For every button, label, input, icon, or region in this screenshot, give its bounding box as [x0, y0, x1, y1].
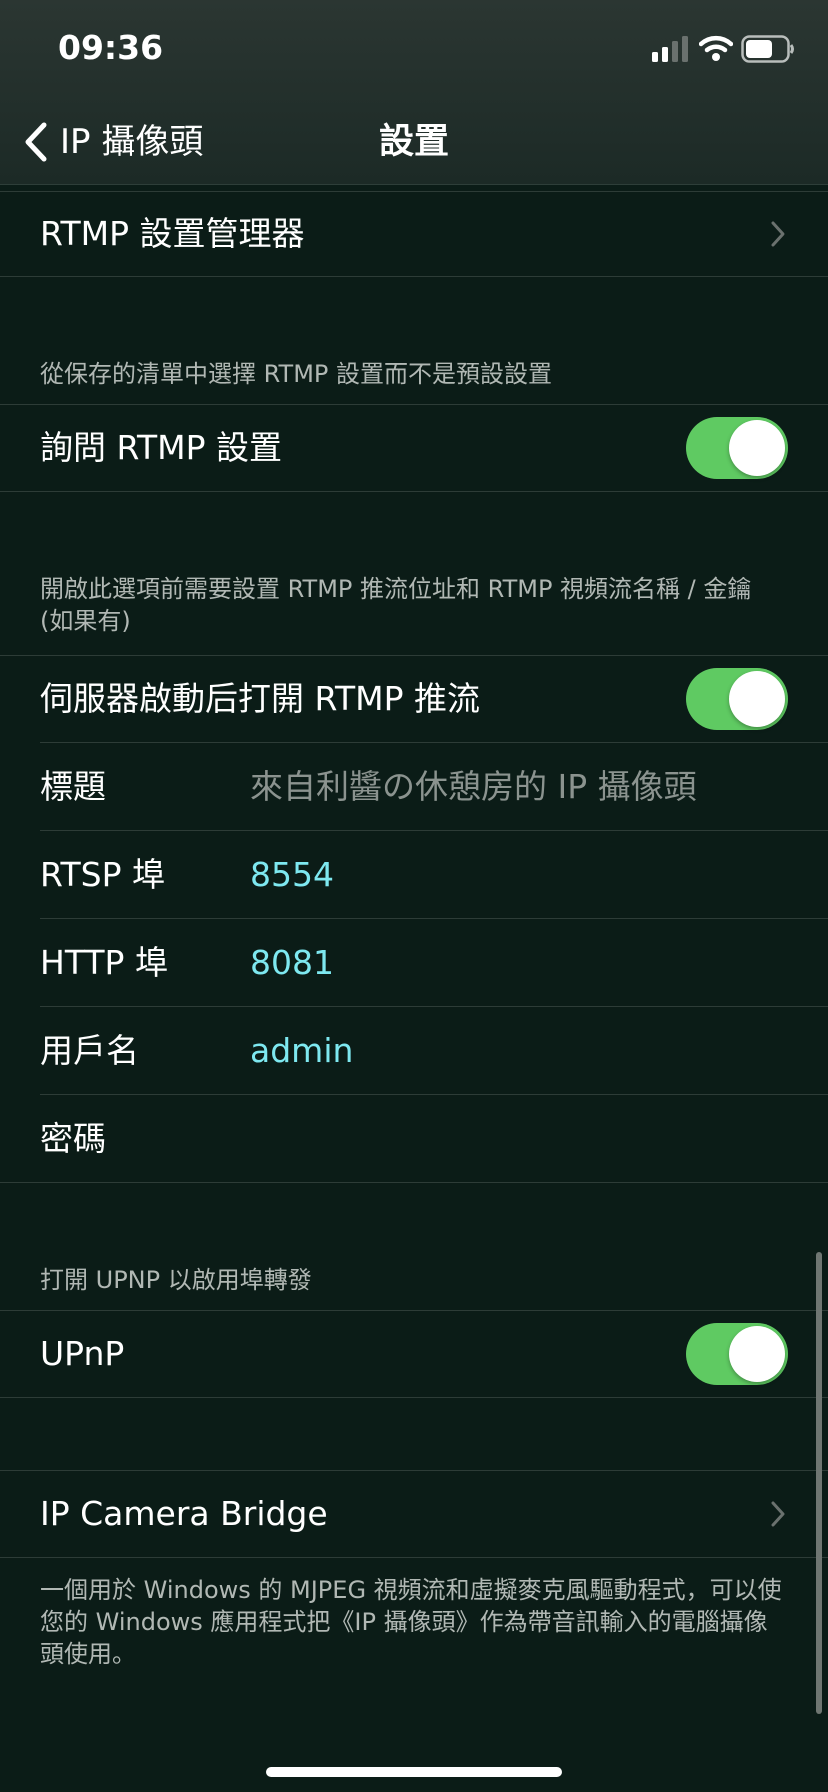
rtsp-port-label: RTSP 埠: [40, 855, 166, 894]
battery-icon: [741, 35, 794, 63]
page-title: 設置: [378, 122, 449, 162]
username-label: 用戶名: [40, 1031, 139, 1070]
http-port-label: HTTP 埠: [40, 943, 168, 982]
rtmp-manager-label: RTMP 設置管理器: [40, 214, 305, 253]
rtsp-port-row[interactable]: RTSP 埠 8554: [0, 831, 828, 918]
password-row[interactable]: 密碼: [0, 1095, 828, 1182]
chevron-right-icon: [771, 221, 785, 247]
ip-camera-bridge-row[interactable]: IP Camera Bridge: [0, 1471, 828, 1557]
cellular-signal-icon: [652, 36, 688, 62]
ask-rtmp-toggle[interactable]: [686, 417, 788, 479]
divider: [0, 491, 828, 492]
rtmp-manager-row[interactable]: RTMP 設置管理器: [0, 192, 828, 276]
rtmp-autostart-label: 伺服器啟動后打開 RTMP 推流: [40, 679, 481, 718]
password-input[interactable]: [250, 1105, 810, 1171]
scrollbar[interactable]: [816, 1252, 822, 1714]
chevron-right-icon: [771, 1501, 785, 1527]
upnp-toggle[interactable]: [686, 1323, 788, 1385]
upnp-row: UPnP: [0, 1311, 828, 1397]
divider: [0, 276, 828, 277]
username-row[interactable]: 用戶名 admin: [0, 1007, 828, 1094]
username-input[interactable]: admin: [250, 1031, 353, 1071]
divider: [0, 1557, 828, 1558]
toggle-knob: [729, 1326, 785, 1382]
home-indicator[interactable]: [266, 1767, 562, 1777]
http-port-input[interactable]: 8081: [250, 943, 334, 983]
toggle-knob: [729, 671, 785, 727]
status-time: 09:36: [58, 28, 164, 67]
upnp-label: UPnP: [40, 1334, 125, 1373]
title-field-label: 標題: [40, 767, 106, 806]
password-label: 密碼: [40, 1119, 106, 1158]
ip-camera-bridge-description: 一個用於 Windows 的 MJPEG 視頻流和虛擬麥克風驅動程式，可以使您的…: [40, 1576, 782, 1668]
rtsp-port-input[interactable]: 8554: [250, 855, 334, 895]
upnp-section-header: 打開 UPNP 以啟用埠轉發: [40, 1266, 312, 1294]
rtmp-autostart-row: 伺服器啟動后打開 RTMP 推流: [0, 656, 828, 742]
ask-rtmp-section-header: 從保存的清單中選擇 RTMP 設置而不是預設設置: [40, 360, 553, 388]
divider: [0, 1397, 828, 1398]
rtmp-autostart-toggle[interactable]: [686, 668, 788, 730]
http-port-row[interactable]: HTTP 埠 8081: [0, 919, 828, 1006]
divider: [0, 1182, 828, 1183]
title-input[interactable]: 來自利醬の休憩房的 IP 攝像頭: [250, 767, 697, 807]
title-field-row[interactable]: 標題 來自利醬の休憩房的 IP 攝像頭: [0, 743, 828, 830]
rtmp-autostart-section-header: 開啟此選項前需要設置 RTMP 推流位址和 RTMP 視頻流名稱 / 金鑰 (如…: [40, 575, 752, 635]
toggle-knob: [729, 420, 785, 476]
ask-rtmp-row: 詢問 RTMP 設置: [0, 405, 828, 491]
ask-rtmp-label: 詢問 RTMP 設置: [40, 428, 283, 467]
ip-camera-bridge-label: IP Camera Bridge: [40, 1494, 328, 1533]
wifi-icon: [699, 35, 733, 61]
